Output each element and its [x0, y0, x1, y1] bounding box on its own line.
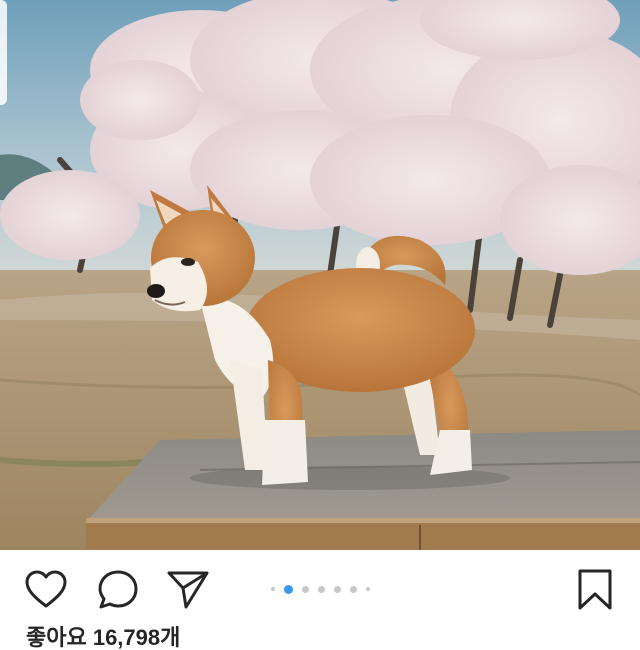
carousel-dot	[270, 587, 275, 591]
shiba-puppy-photo	[0, 0, 640, 550]
carousel-dot	[317, 585, 325, 593]
carousel-indicator	[0, 580, 640, 598]
post-photo[interactable]	[0, 0, 640, 550]
likes-count[interactable]: 좋아요 16,798개	[26, 626, 180, 650]
carousel-dot	[301, 585, 309, 593]
carousel-dot-active	[283, 584, 293, 594]
carousel-dot	[333, 585, 341, 593]
carousel-dot	[365, 587, 370, 591]
previous-post-edge	[0, 0, 7, 105]
carousel-dot	[349, 585, 357, 593]
